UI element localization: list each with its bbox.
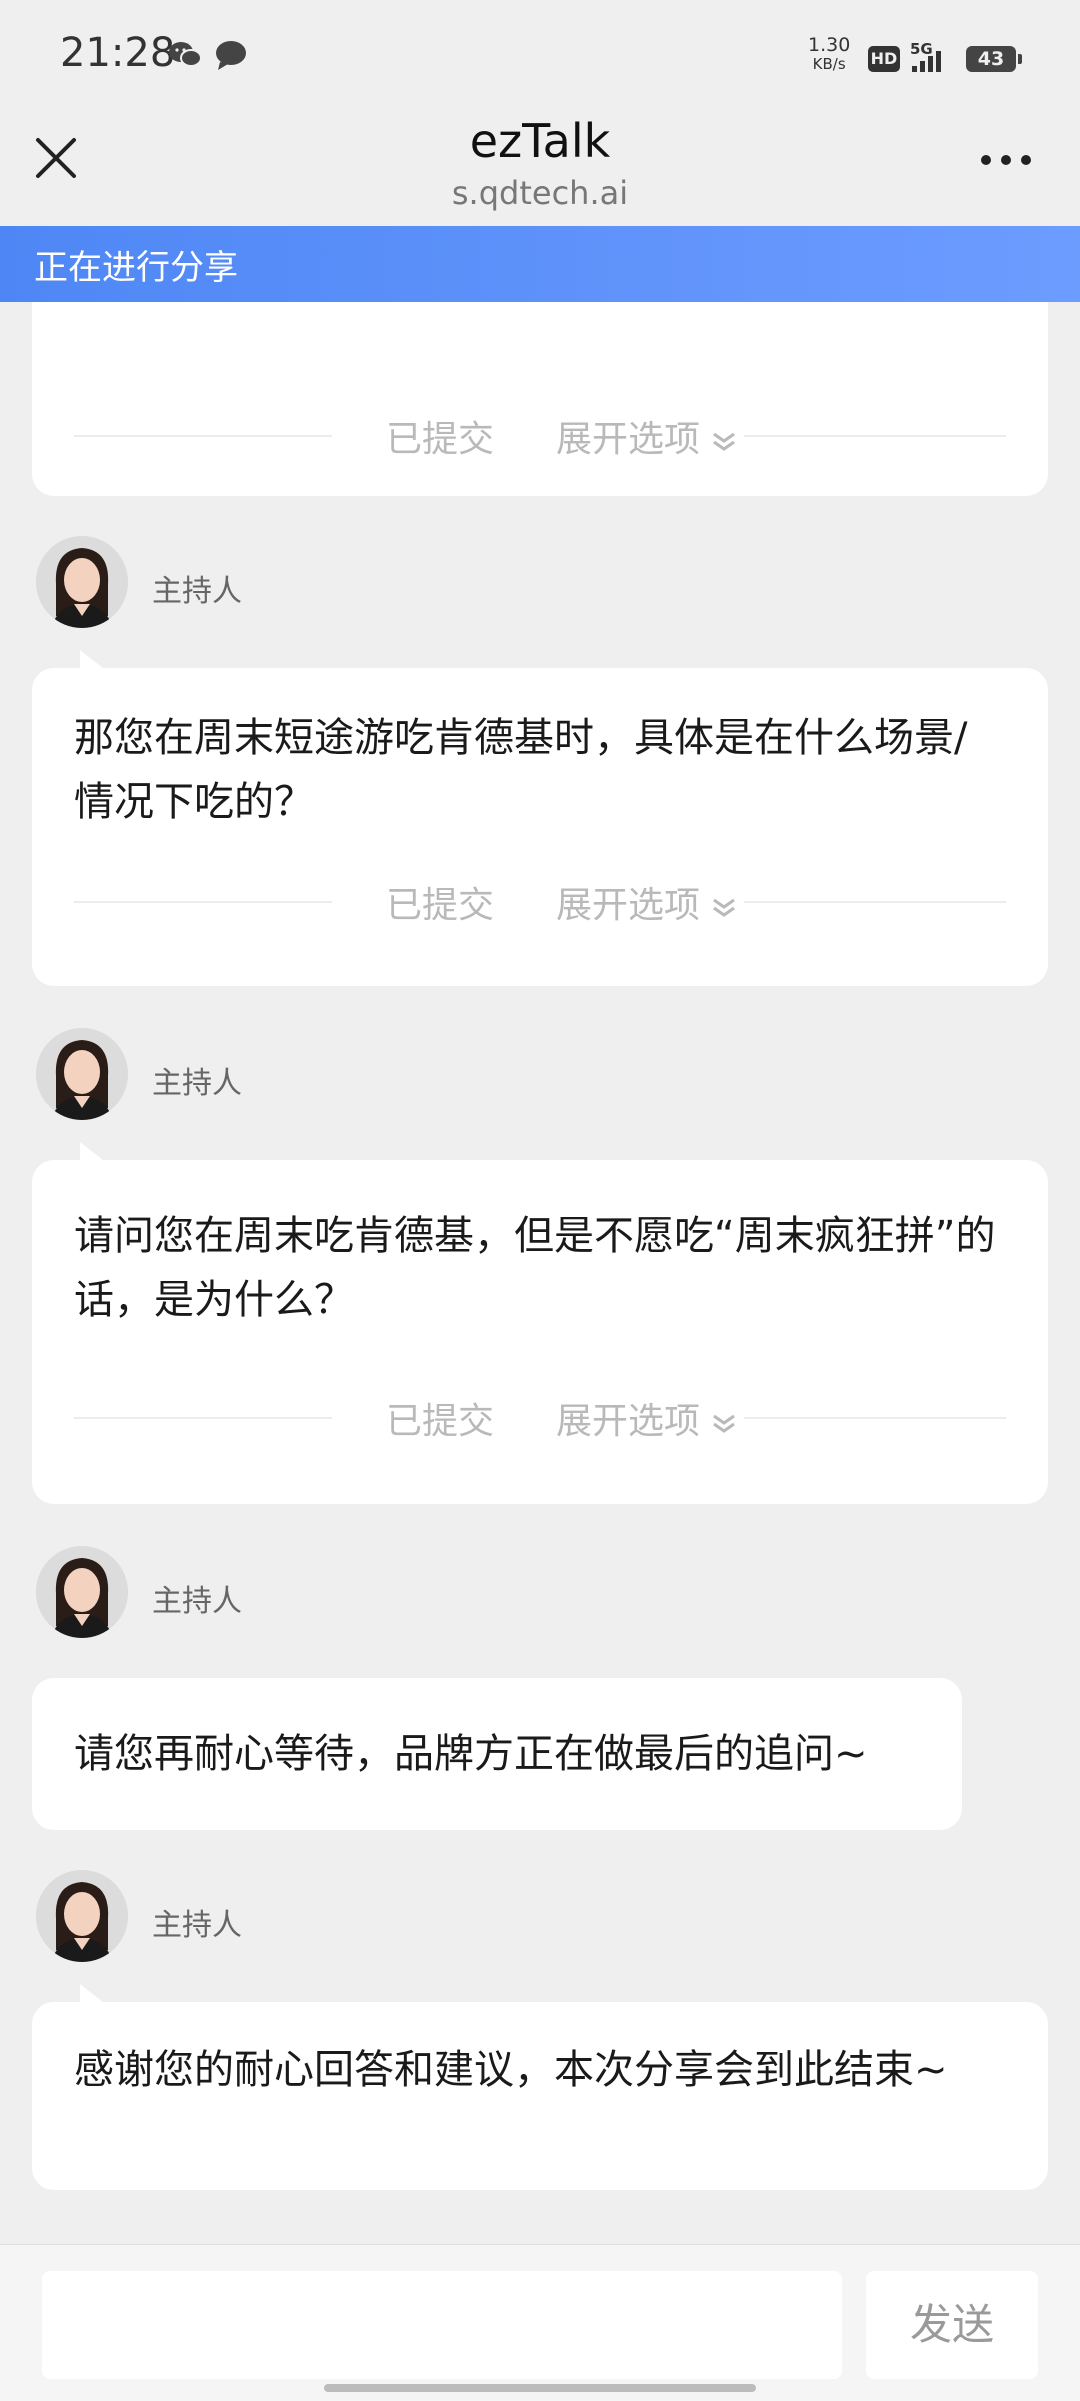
message-text: 请您再耐心等待，品牌方正在做最后的追问~ bbox=[74, 1731, 868, 1777]
divider bbox=[744, 901, 1006, 903]
host-avatar bbox=[36, 1546, 128, 1638]
message-bubble: 感谢您的耐心回答和建议，本次分享会到此结束~ bbox=[32, 2002, 1048, 2190]
expand-options-button[interactable]: 展开选项 bbox=[556, 876, 738, 928]
input-bar: 发送 bbox=[0, 2244, 1080, 2401]
message-notification-icon bbox=[214, 40, 248, 74]
message-text: 感谢您的耐心回答和建议，本次分享会到此结束~ bbox=[74, 2047, 948, 2093]
expand-options-label: 展开选项 bbox=[556, 419, 701, 460]
status-time: 21:28 bbox=[60, 30, 176, 76]
home-indicator[interactable] bbox=[324, 2384, 756, 2392]
status-bar: 21:28 1.30 KB/s HD 5G 43 bbox=[0, 0, 1080, 110]
message-bubble: 请您再耐心等待，品牌方正在做最后的追问~ bbox=[32, 1678, 962, 1830]
network-speed-unit: KB/s bbox=[812, 55, 846, 73]
message-input[interactable] bbox=[42, 2271, 842, 2379]
battery-indicator: 43 bbox=[966, 46, 1022, 72]
message-text: 请问您在周末吃肯德基，但是不愿吃“周末疯狂拼”的话，是为什么？ bbox=[74, 1213, 996, 1323]
expand-options-button[interactable]: 展开选项 bbox=[556, 410, 738, 462]
page-url: s.qdtech.ai bbox=[451, 174, 629, 212]
question-card: 请问您在周末吃肯德基，但是不愿吃“周末疯狂拼”的话，是为什么？ 已提交 展开选项 bbox=[32, 1160, 1048, 1504]
expand-options-button[interactable]: 展开选项 bbox=[556, 1392, 738, 1444]
divider bbox=[74, 901, 332, 903]
network-speed-value: 1.30 bbox=[808, 34, 851, 56]
wechat-notification-icon bbox=[168, 40, 202, 74]
divider bbox=[74, 1417, 332, 1419]
host-avatar bbox=[36, 536, 128, 628]
signal-icon: 5G bbox=[910, 40, 958, 74]
more-options-button[interactable] bbox=[978, 150, 1034, 170]
host-name: 主持人 bbox=[152, 1908, 242, 1943]
host-name: 主持人 bbox=[152, 1584, 242, 1619]
message-text: 那您在周末短途游吃肯德基时，具体是在什么场景/情况下吃的？ bbox=[74, 715, 968, 825]
question-card: 那您在周末短途游吃肯德基时，具体是在什么场景/情况下吃的？ 已提交 展开选项 bbox=[32, 668, 1048, 986]
card-footer: 已提交 展开选项 bbox=[74, 1392, 1006, 1442]
more-dots-icon bbox=[981, 155, 1031, 165]
nav-bar: ezTalk s.qdtech.ai bbox=[0, 110, 1080, 226]
hd-badge: HD bbox=[868, 46, 900, 72]
host-name: 主持人 bbox=[152, 1066, 242, 1101]
submitted-label: 已提交 bbox=[386, 1401, 495, 1442]
expand-options-label: 展开选项 bbox=[556, 885, 701, 926]
host-avatar bbox=[36, 1870, 128, 1962]
host-name: 主持人 bbox=[152, 574, 242, 609]
card-footer: 已提交 展开选项 bbox=[74, 876, 1006, 926]
divider bbox=[74, 435, 332, 437]
page-title: ezTalk bbox=[469, 114, 611, 168]
expand-options-label: 展开选项 bbox=[556, 1401, 701, 1442]
sharing-banner: 正在进行分享 bbox=[0, 226, 1080, 302]
network-speed: 1.30 KB/s bbox=[808, 36, 850, 74]
divider bbox=[744, 435, 1006, 437]
chevron-double-down-icon bbox=[710, 1403, 738, 1444]
chevron-double-down-icon bbox=[710, 421, 738, 462]
card-footer: 已提交 展开选项 bbox=[74, 410, 1006, 460]
chevron-double-down-icon bbox=[710, 887, 738, 928]
sharing-banner-text: 正在进行分享 bbox=[34, 248, 238, 288]
host-avatar bbox=[36, 1028, 128, 1120]
chat-area[interactable]: 已提交 展开选项 主持人 那您在周末短途游吃肯德基时，具体是在什么场景/情况下吃… bbox=[0, 226, 1080, 2246]
divider bbox=[744, 1417, 1006, 1419]
submitted-label: 已提交 bbox=[386, 885, 495, 926]
send-button[interactable]: 发送 bbox=[866, 2271, 1038, 2379]
submitted-label: 已提交 bbox=[386, 419, 495, 460]
